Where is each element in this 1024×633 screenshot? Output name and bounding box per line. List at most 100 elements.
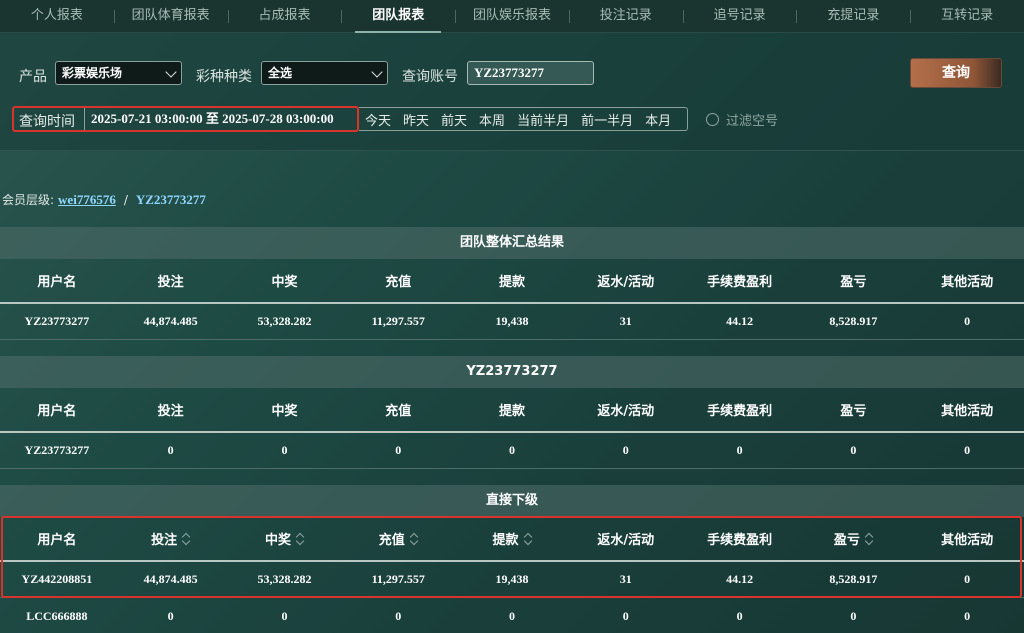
radio-icon — [706, 113, 719, 126]
cell-bet: 44,874.485 — [143, 314, 198, 328]
filter-empty-label: 过滤空号 — [726, 114, 779, 129]
quick-range-day-before[interactable]: 前天 — [435, 110, 473, 129]
tab-transfer-records[interactable]: 互转记录 — [910, 0, 1024, 33]
sort-icon[interactable] — [411, 533, 418, 545]
col-win: 中奖 — [271, 404, 298, 419]
tab-bet-records[interactable]: 投注记录 — [568, 0, 683, 33]
col-bet-sortable[interactable]: 投注 — [114, 517, 228, 560]
cell-win: 0 — [281, 443, 288, 457]
table-row: LCC666888 0 0 0 0 0 0 0 0 — [0, 598, 1024, 633]
col-bet-label: 投注 — [151, 533, 178, 548]
table-row: YZ23773277 44,874.485 53,328.282 11,297.… — [0, 304, 1024, 340]
col-win: 中奖 — [271, 275, 298, 290]
col-other-activity: 其他活动 — [941, 533, 994, 548]
sort-icon[interactable] — [297, 533, 304, 545]
quick-range-yesterday[interactable]: 昨天 — [397, 110, 435, 129]
breadcrumb-label: 会员层级: — [2, 193, 55, 207]
col-other-activity: 其他活动 — [941, 275, 994, 290]
col-win-label: 中奖 — [264, 533, 291, 548]
cell-fee-profit: 0 — [736, 608, 743, 623]
col-rebate: 返水/活动 — [597, 275, 655, 290]
tab-chase-records[interactable]: 追号记录 — [682, 0, 797, 33]
cell-rebate: 0 — [622, 608, 629, 623]
quick-range-today[interactable]: 今天 — [359, 110, 397, 129]
cell-bet: 0 — [167, 608, 174, 623]
col-deposit-sortable[interactable]: 充值 — [341, 517, 455, 560]
quick-range-previous-half-month[interactable]: 前一半月 — [575, 110, 639, 129]
col-fee-profit: 手续费盈利 — [707, 404, 773, 419]
section-title: YZ23773277 — [0, 356, 1024, 388]
cell-withdraw: 19,438 — [495, 314, 529, 328]
breadcrumb-parent-link[interactable]: wei776576 — [58, 192, 116, 208]
account-input[interactable]: YZ23773277 — [467, 61, 594, 85]
col-deposit: 充值 — [385, 275, 412, 290]
section-title: 直接下级 — [0, 485, 1024, 517]
breadcrumb: 会员层级: wei776576 / YZ23773277 — [2, 191, 206, 208]
cell-win: 53,328.282 — [257, 572, 312, 586]
col-withdraw-label: 提款 — [492, 533, 519, 548]
cell-rebate: 31 — [619, 572, 632, 586]
account-label: 查询账号 — [402, 69, 458, 85]
team-summary-table: 团队整体汇总结果 用户名 投注 中奖 充值 提款 返水/活动 手续费盈利 盈亏 … — [0, 227, 1024, 340]
cell-other-activity: 0 — [964, 608, 971, 623]
breadcrumb-separator: / — [123, 192, 128, 207]
cell-withdraw: 0 — [509, 443, 516, 457]
tab-team-report[interactable]: 团队报表 — [341, 0, 455, 33]
cell-withdraw: 19,438 — [495, 572, 529, 586]
lottery-type-select-value: 全选 — [268, 66, 293, 80]
cell-username: YZ23773277 — [24, 443, 90, 457]
col-withdraw-sortable[interactable]: 提款 — [455, 517, 569, 560]
cell-other-activity: 0 — [964, 314, 971, 328]
cell-withdraw: 0 — [509, 608, 516, 623]
col-fee-profit: 手续费盈利 — [707, 275, 773, 290]
col-withdraw: 提款 — [499, 404, 526, 419]
cell-bet: 44,874.485 — [143, 572, 198, 586]
table-header: 用户名 投注 中奖 充值 提款 返水/活动 手续费盈利 盈亏 其他活动 — [0, 259, 1024, 304]
tab-team-entertainment-report[interactable]: 团队娱乐报表 — [455, 0, 569, 33]
quick-range-this-month[interactable]: 本月 — [639, 110, 677, 129]
sort-icon[interactable] — [183, 533, 190, 545]
cell-fee-profit: 0 — [736, 443, 743, 457]
col-username: 用户名 — [37, 404, 77, 419]
cell-username: YZ442208851 — [21, 572, 93, 586]
product-label: 产品 — [19, 69, 47, 85]
tab-share-report[interactable]: 占成报表 — [227, 0, 342, 33]
cell-username: YZ23773277 — [24, 314, 90, 328]
cell-deposit: 0 — [395, 608, 402, 623]
col-rebate: 返水/活动 — [597, 533, 655, 548]
col-bet: 投注 — [157, 404, 184, 419]
cell-other-activity: 0 — [964, 443, 971, 457]
query-time-highlight — [12, 106, 359, 132]
quick-range-this-week[interactable]: 本周 — [473, 110, 511, 129]
top-nav: 个人报表 团队体育报表 占成报表 团队报表 团队娱乐报表 投注记录 追号记录 充… — [0, 0, 1024, 33]
col-rebate: 返水/活动 — [597, 404, 655, 419]
table-header: 用户名 投注 中奖 充值 提款 返水/活动 手续费盈利 盈亏 其他活动 — [0, 388, 1024, 433]
col-deposit: 充值 — [385, 404, 412, 419]
filter-empty-toggle[interactable]: 过滤空号 — [706, 110, 778, 129]
direct-subordinates-table: 直接下级 用户名 投注 中奖 充值 提款 返水/活动 手续费盈利 盈亏 其他活动… — [0, 485, 1024, 633]
col-username: 用户名 — [37, 533, 77, 548]
col-profit-loss-sortable[interactable]: 盈亏 — [796, 517, 910, 560]
product-select[interactable]: 彩票娱乐场 — [55, 61, 182, 85]
quick-range-group: 今天 昨天 前天 本周 当前半月 前一半月 本月 — [359, 107, 688, 131]
quick-range-current-half-month[interactable]: 当前半月 — [511, 110, 575, 129]
query-button[interactable]: 查询 — [910, 58, 1002, 88]
cell-profit-loss: 8,528.917 — [829, 572, 878, 586]
chevron-down-icon — [371, 66, 383, 78]
cell-profit-loss: 0 — [850, 443, 857, 457]
sort-icon[interactable] — [525, 533, 532, 545]
tab-deposit-withdraw-records[interactable]: 充提记录 — [796, 0, 910, 33]
table-row: YZ23773277 0 0 0 0 0 0 0 0 — [0, 433, 1024, 469]
col-win-sortable[interactable]: 中奖 — [228, 517, 342, 560]
cell-profit-loss: 0 — [850, 608, 857, 623]
lottery-type-select[interactable]: 全选 — [261, 61, 388, 85]
cell-bet: 0 — [167, 443, 174, 457]
col-profit-loss: 盈亏 — [840, 275, 867, 290]
cell-win: 53,328.282 — [257, 314, 312, 328]
tab-team-sports-report[interactable]: 团队体育报表 — [113, 0, 228, 33]
col-withdraw: 提款 — [499, 275, 526, 290]
tab-personal-report[interactable]: 个人报表 — [0, 0, 114, 33]
section-title: 团队整体汇总结果 — [0, 227, 1024, 259]
cell-deposit: 0 — [395, 443, 402, 457]
sort-icon[interactable] — [866, 533, 873, 545]
